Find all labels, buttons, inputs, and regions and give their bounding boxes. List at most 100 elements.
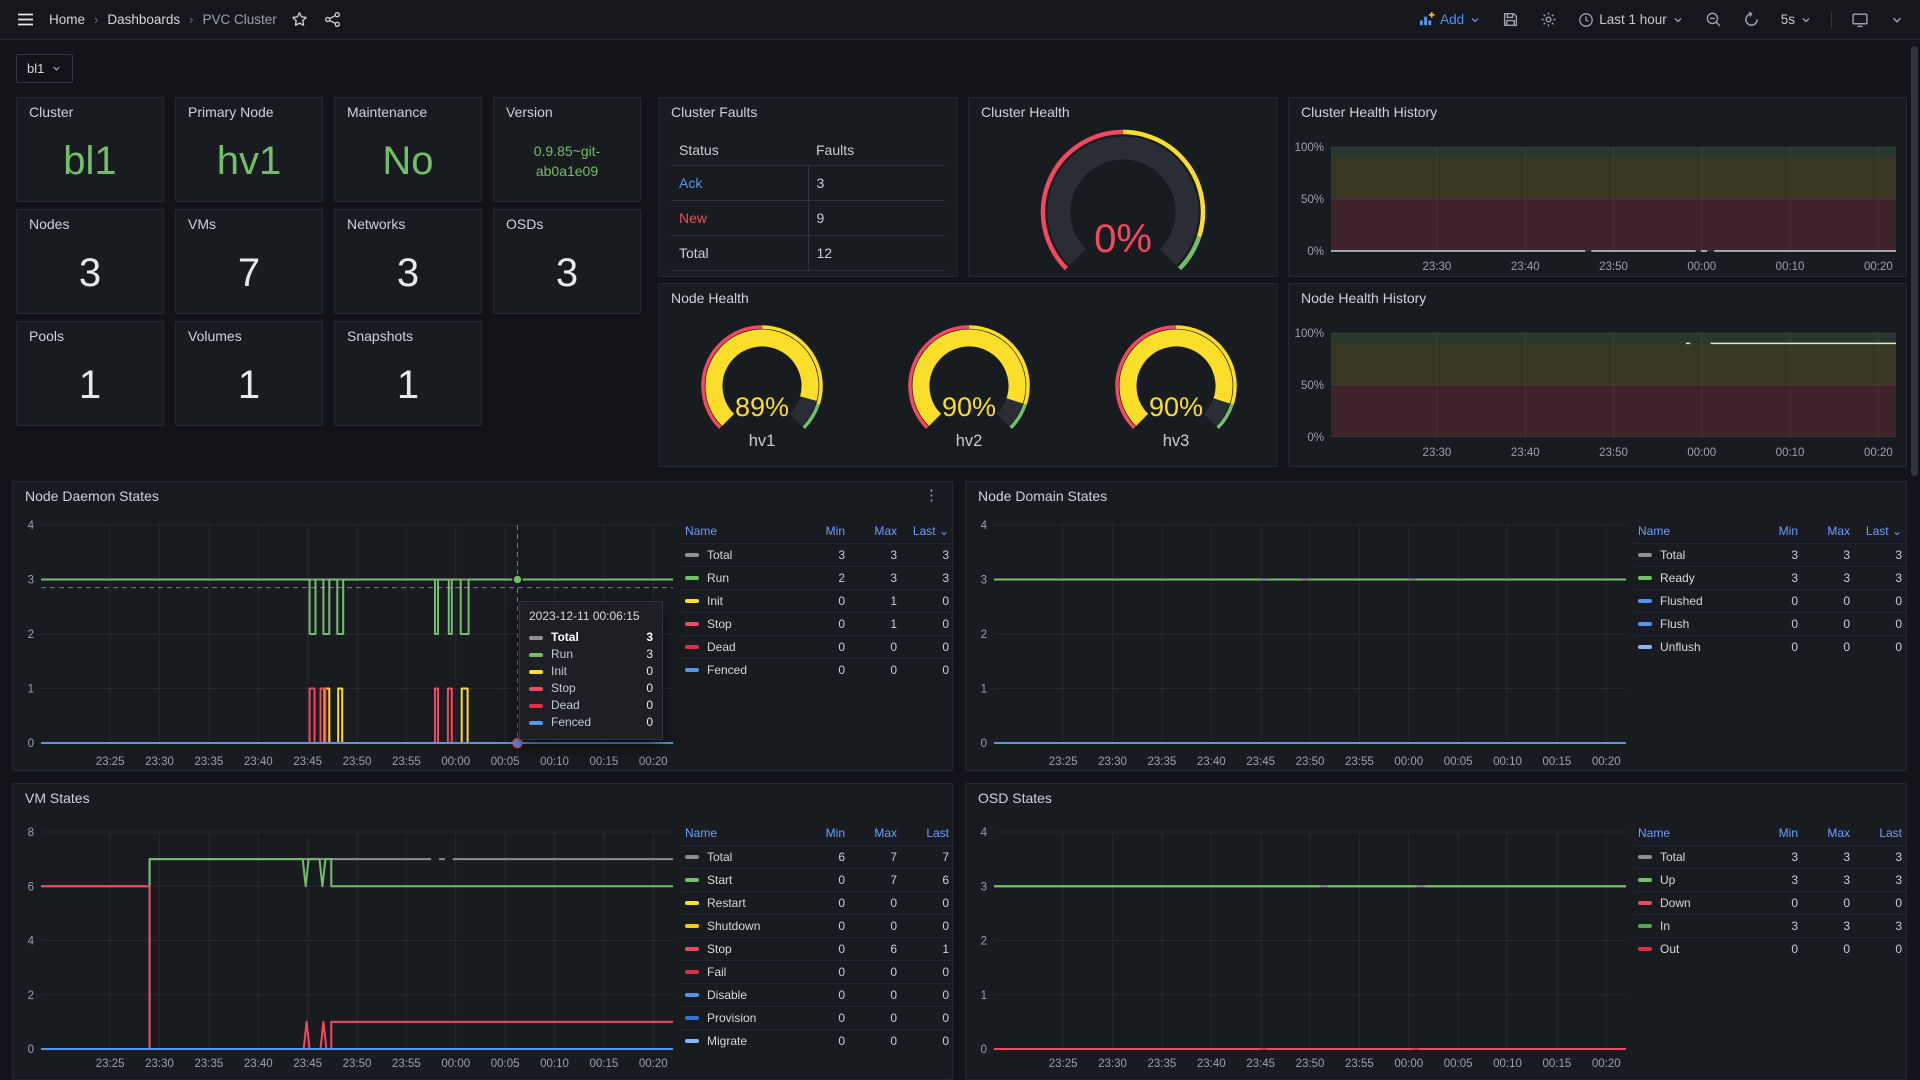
timeseries-plot[interactable]: 0%50%100%23:3023:4023:5000:0000:1000:20 <box>1289 284 1906 466</box>
share-button[interactable] <box>322 9 343 30</box>
stat-panel-primary-node: Primary Nodehv1 <box>175 97 323 202</box>
legend-column-min[interactable]: Min <box>797 522 849 544</box>
x-axis-tick: 23:50 <box>343 1058 372 1070</box>
x-axis-tick: 23:50 <box>1296 756 1325 768</box>
y-axis-tick: 2 <box>28 629 34 641</box>
legend-row[interactable]: Out000 <box>1634 938 1906 961</box>
y-axis-tick: 1 <box>981 684 987 696</box>
add-button[interactable]: Add <box>1416 9 1483 30</box>
refresh-interval-dropdown[interactable]: 5s <box>1779 10 1814 29</box>
dashboard-settings-button[interactable] <box>1538 9 1559 30</box>
legend-row[interactable]: Disable000 <box>681 984 953 1007</box>
save-dashboard-button[interactable] <box>1500 9 1521 30</box>
faults-table: StatusFaultsAck3New9Total12 <box>671 136 945 271</box>
series-line-init <box>462 689 468 744</box>
legend-row[interactable]: Total333 <box>1634 846 1906 869</box>
legend-row[interactable]: Total677 <box>681 846 953 869</box>
x-axis-tick: 23:25 <box>96 756 125 768</box>
tv-mode-button[interactable] <box>1849 9 1871 30</box>
panel-cluster-health-history: Cluster Health History0%50%100%23:3023:4… <box>1288 97 1907 277</box>
x-axis-tick: 00:10 <box>540 1058 569 1070</box>
panel-node-health-history: Node Health History0%50%100%23:3023:4023… <box>1288 283 1907 467</box>
x-axis-tick: 23:50 <box>1296 1058 1325 1070</box>
y-axis-tick: 8 <box>28 827 34 839</box>
legend-column-min[interactable]: Min <box>1750 522 1802 544</box>
series-color-swatch <box>685 622 699 626</box>
legend-row[interactable]: Stop010 <box>681 613 953 636</box>
legend-row[interactable]: Stop061 <box>681 938 953 961</box>
panel-title: Pools <box>17 322 163 350</box>
tooltip-row: Init0 <box>529 663 653 680</box>
legend-column-max[interactable]: Max <box>1802 824 1854 846</box>
breadcrumb: Home › Dashboards › PVC Cluster <box>49 12 277 27</box>
scrollbar-thumb[interactable] <box>1911 46 1918 476</box>
legend-column-last[interactable]: Last ⌄ <box>901 522 953 544</box>
y-axis-tick: 50% <box>1301 194 1324 206</box>
legend-row[interactable]: Total333 <box>1634 544 1906 567</box>
stat-panel-maintenance: MaintenanceNo <box>334 97 482 202</box>
legend-row[interactable]: Provision000 <box>681 1007 953 1030</box>
panel-title: Primary Node <box>176 98 322 126</box>
favorite-button[interactable] <box>289 9 310 30</box>
x-axis-tick: 23:55 <box>392 756 421 768</box>
legend-column-name[interactable]: Name <box>1634 522 1750 544</box>
legend-row[interactable]: Start076 <box>681 869 953 892</box>
legend-row[interactable]: Fenced000 <box>681 659 953 682</box>
legend-column-name[interactable]: Name <box>681 522 797 544</box>
legend-row[interactable]: Migrate000 <box>681 1030 953 1053</box>
legend-row[interactable]: Down000 <box>1634 892 1906 915</box>
x-axis-tick: 00:05 <box>491 1058 520 1070</box>
breadcrumb-home[interactable]: Home <box>49 12 85 27</box>
legend-column-last[interactable]: Last ⌄ <box>1854 522 1906 544</box>
variable-dropdown[interactable]: bl1 <box>16 54 73 83</box>
legend-column-last[interactable]: Last <box>901 824 953 846</box>
x-axis-tick: 23:35 <box>1147 756 1176 768</box>
refresh-button[interactable] <box>1741 9 1762 30</box>
time-range-picker[interactable]: Last 1 hour <box>1576 10 1686 30</box>
legend-column-name[interactable]: Name <box>681 824 797 846</box>
tooltip-row: Total3 <box>529 629 653 646</box>
legend-column-max[interactable]: Max <box>849 824 901 846</box>
panel-title: Snapshots <box>335 322 481 350</box>
series-line-total <box>41 859 431 886</box>
legend-row[interactable]: Run233 <box>681 567 953 590</box>
legend-column-last[interactable]: Last <box>1854 824 1906 846</box>
legend-row[interactable]: Total333 <box>681 544 953 567</box>
breadcrumb-dashboards[interactable]: Dashboards <box>107 12 180 27</box>
menu-toggle-button[interactable] <box>14 8 37 31</box>
legend-row[interactable]: In333 <box>1634 915 1906 938</box>
nav-more-button[interactable] <box>1888 11 1906 29</box>
legend-row[interactable]: Unflush000 <box>1634 636 1906 659</box>
legend-column-min[interactable]: Min <box>1750 824 1802 846</box>
legend-row[interactable]: Shutdown000 <box>681 915 953 938</box>
panel-title: Node Health <box>659 284 1277 312</box>
tooltip-row: Run3 <box>529 646 653 663</box>
legend-column-max[interactable]: Max <box>849 522 901 544</box>
legend-row[interactable]: Flush000 <box>1634 613 1906 636</box>
stat-value: hv1 <box>176 128 322 195</box>
y-axis-tick: 3 <box>28 575 34 587</box>
legend-row[interactable]: Up333 <box>1634 869 1906 892</box>
legend-column-name[interactable]: Name <box>1634 824 1750 846</box>
add-button-label: Add <box>1440 12 1464 27</box>
zoom-out-button[interactable] <box>1703 9 1724 30</box>
table-column-header[interactable]: Status <box>671 136 808 166</box>
legend-row[interactable]: Ready333 <box>1634 567 1906 590</box>
series-color-swatch <box>685 599 699 603</box>
legend-column-min[interactable]: Min <box>797 824 849 846</box>
scrollbar[interactable] <box>1911 42 1918 1078</box>
legend-table: NameMinMaxLast ⌄Total333Ready333Flushed0… <box>1634 522 1906 658</box>
legend-column-max[interactable]: Max <box>1802 522 1854 544</box>
legend-row[interactable]: Flushed000 <box>1634 590 1906 613</box>
legend-row[interactable]: Restart000 <box>681 892 953 915</box>
x-axis-tick: 00:00 <box>1687 261 1716 273</box>
x-axis-tick: 23:35 <box>1147 1058 1176 1070</box>
gauge: 0% <box>969 124 1277 276</box>
legend-row[interactable]: Init010 <box>681 590 953 613</box>
table-column-header[interactable]: Faults <box>808 136 945 166</box>
stat-panel-pools: Pools1 <box>16 321 164 426</box>
x-axis-tick: 23:45 <box>1246 1058 1275 1070</box>
legend-row[interactable]: Fail000 <box>681 961 953 984</box>
legend-row[interactable]: Dead000 <box>681 636 953 659</box>
timeseries-plot[interactable]: 0%50%100%23:3023:4023:5000:0000:1000:20 <box>1289 98 1906 276</box>
